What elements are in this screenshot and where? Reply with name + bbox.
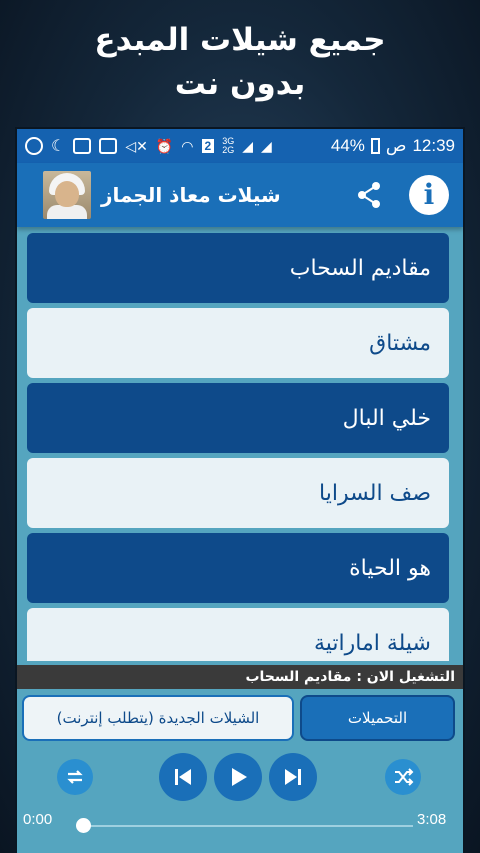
now-playing-bar: التشغيل الان : مقاديم السحاب: [17, 665, 463, 689]
player-panel: التحميلات الشيلات الجديدة (يتطلب إنترنت): [17, 689, 463, 853]
share-icon: [358, 182, 380, 208]
promo-line-2: بدون نت: [174, 66, 306, 102]
previous-button[interactable]: [159, 753, 207, 801]
mail-icon: [73, 138, 92, 154]
info-button[interactable]: i: [409, 175, 449, 215]
play-button[interactable]: [214, 753, 262, 801]
song-item-6[interactable]: شيلة اماراتية: [27, 608, 449, 661]
skip-next-icon: [285, 769, 301, 785]
time-elapsed: 0:00: [23, 811, 53, 828]
signal-icon-2: ◢: [260, 137, 272, 154]
app-bar: شيلات معاذ الجماز i: [17, 163, 463, 227]
seek-thumb[interactable]: [76, 818, 91, 833]
time-total: 3:08: [417, 811, 447, 828]
clock: 12:39: [412, 136, 455, 155]
song-item-4[interactable]: صف السرايا: [27, 458, 449, 528]
sim-badge: 2: [201, 139, 215, 153]
song-list[interactable]: مقاديم السحاب مشتاق خلي البال صف السرايا…: [17, 227, 463, 661]
next-button[interactable]: [269, 753, 317, 801]
phone-screen: ☾ ◁✕ ⏰ ◠ 2 3G 2G ◢ ◢ 44% ص 12:39 شيلات مع…: [17, 129, 463, 853]
repeat-button[interactable]: [57, 759, 93, 795]
shuffle-icon: [395, 768, 414, 786]
song-item-3[interactable]: خلي البال: [27, 383, 449, 453]
app-title: شيلات معاذ الجماز: [101, 183, 281, 207]
skip-previous-icon: [175, 769, 191, 785]
shuffle-button[interactable]: [385, 759, 421, 795]
tab-downloads[interactable]: التحميلات: [300, 695, 455, 741]
artist-avatar: [43, 171, 91, 219]
status-bar: ☾ ◁✕ ⏰ ◠ 2 3G 2G ◢ ◢ 44% ص 12:39: [17, 129, 463, 163]
moon-icon: ☾: [51, 138, 66, 155]
image-icon: [99, 138, 118, 154]
whatsapp-icon: [25, 137, 43, 155]
info-icon: i: [423, 178, 435, 211]
network-type: 3G 2G: [222, 136, 235, 155]
repeat-icon: [67, 770, 83, 784]
mute-icon: ◁✕: [125, 137, 148, 154]
wifi-icon: ◠: [181, 137, 194, 154]
tab-new-songs[interactable]: الشيلات الجديدة (يتطلب إنترنت): [22, 695, 294, 741]
song-item-5[interactable]: هو الحياة: [27, 533, 449, 603]
battery-icon: [370, 138, 380, 154]
song-item-1[interactable]: مقاديم السحاب: [27, 233, 449, 303]
signal-icon: ◢: [242, 137, 253, 154]
promo-header: جميع شيلات المبدع بدون نت: [0, 18, 480, 106]
ampm-indicator: ص: [385, 136, 407, 155]
seek-bar[interactable]: [83, 825, 413, 827]
play-icon: [232, 768, 247, 786]
share-button[interactable]: [353, 179, 385, 211]
battery-percent: 44%: [330, 136, 365, 155]
alarm-icon: ⏰: [155, 137, 174, 154]
song-item-2[interactable]: مشتاق: [27, 308, 449, 378]
promo-line-1: جميع شيلات المبدع: [94, 22, 386, 58]
